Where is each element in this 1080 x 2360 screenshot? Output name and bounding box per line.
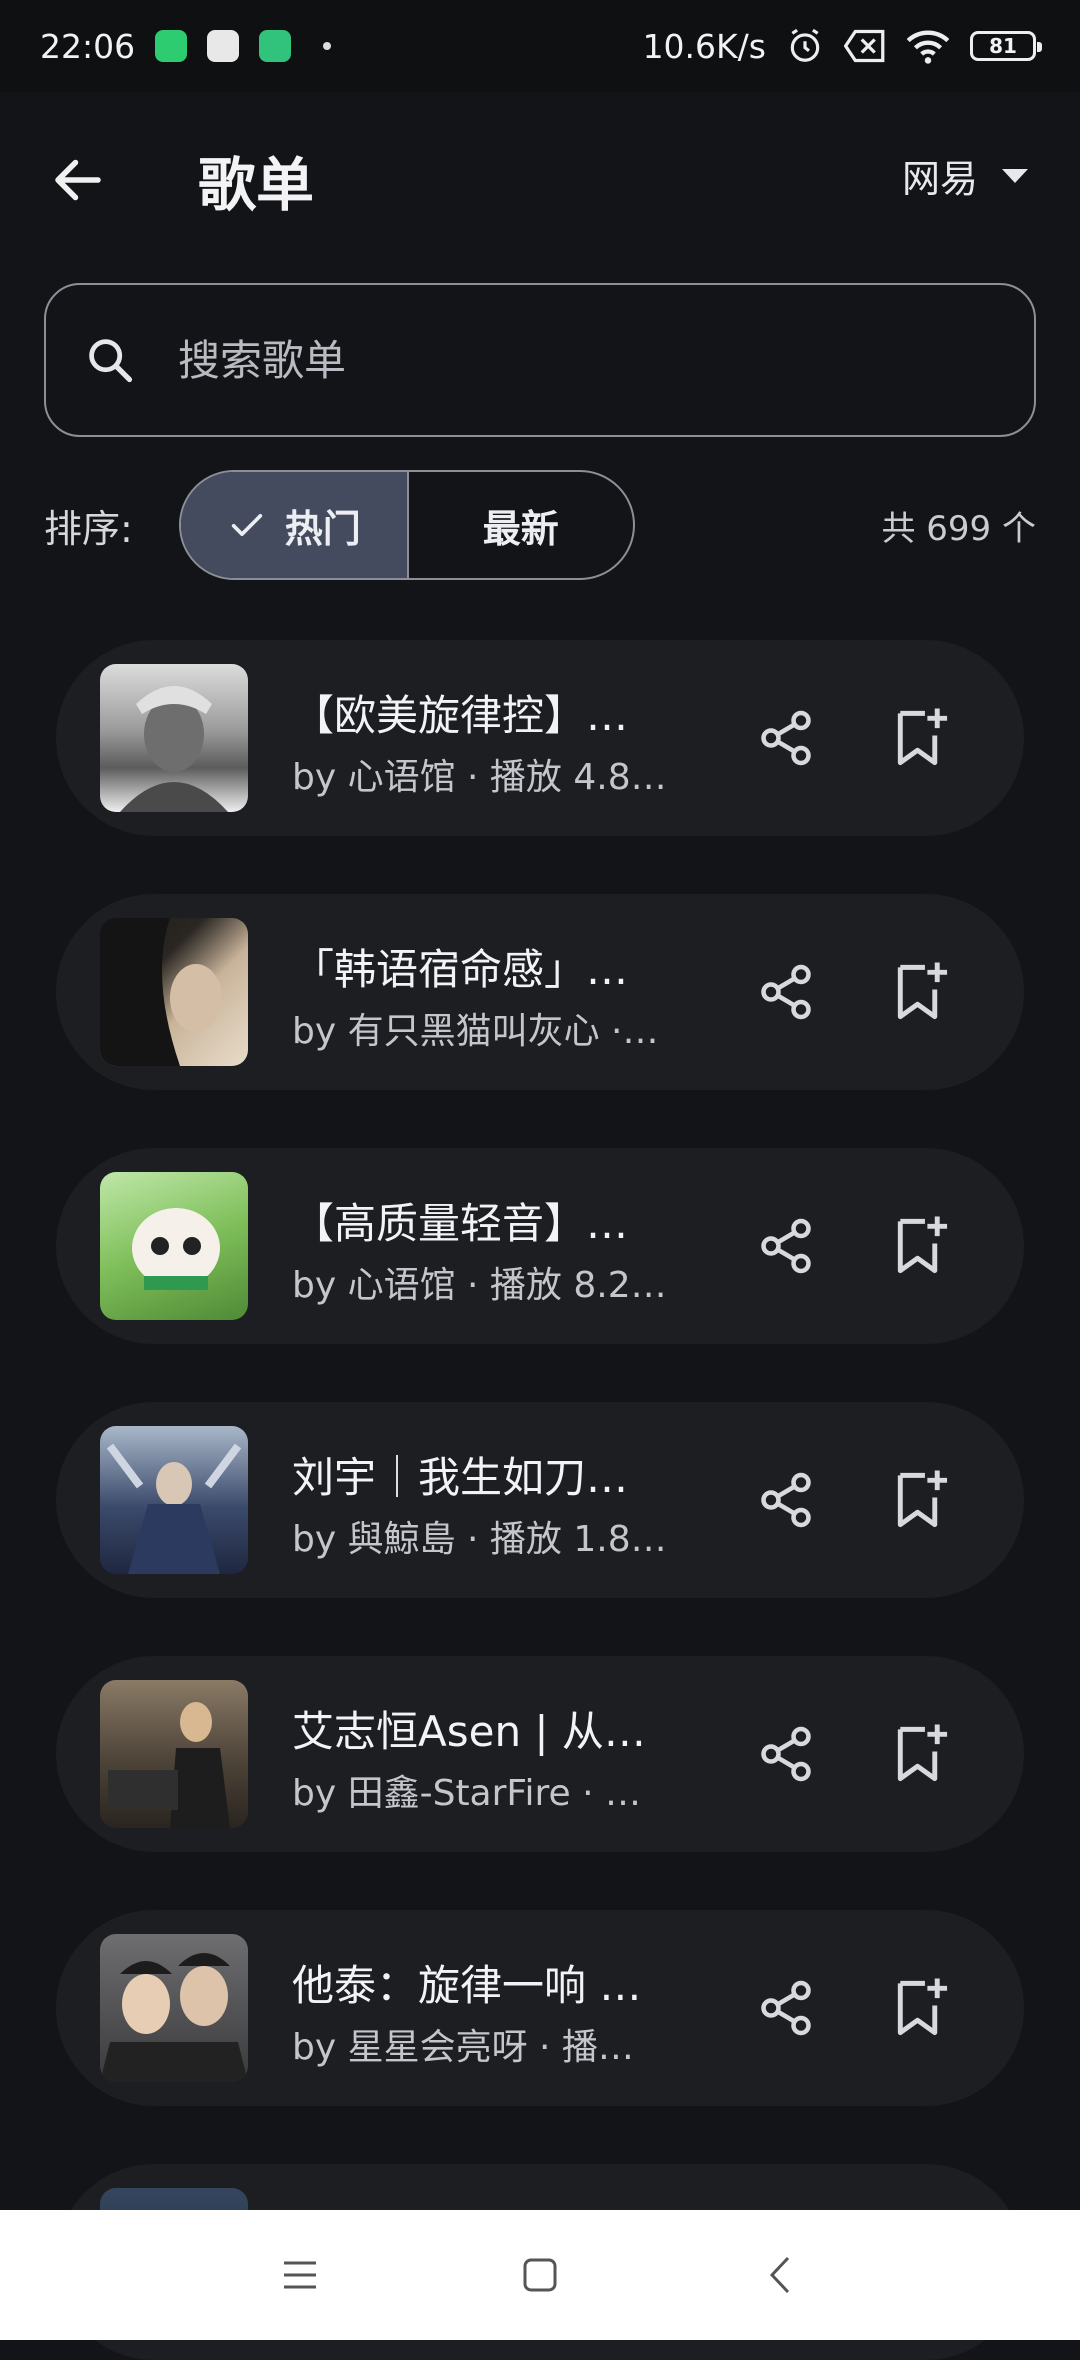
source-label: 网易 <box>901 157 978 201</box>
home-button[interactable] <box>510 2245 570 2305</box>
back-chevron-icon <box>769 2256 790 2294</box>
playlist-title: 【高质量轻音】… <box>292 1199 629 1248</box>
playlist-subtitle: by 心语馆 · 播放 4.8… <box>292 757 667 798</box>
back-button[interactable] <box>750 2245 810 2305</box>
status-time: 22:06 <box>40 26 136 66</box>
playlist-title: 【欧美旋律控】… <box>292 691 629 740</box>
bookmark-add-icon[interactable] <box>890 1722 950 1786</box>
playlist-card[interactable]: 他泰：旋律一响 … by 星星会亮呀 · 播… <box>56 1910 1024 2106</box>
source-dropdown[interactable]: 网易 <box>902 148 1030 203</box>
menu-lines-icon <box>284 2261 316 2289</box>
app-notification-icon <box>207 30 240 62</box>
status-bar: 22:06 10.6K/s 81 <box>0 0 1080 92</box>
playlist-count: 共 699 个 <box>881 508 1036 549</box>
sort-segmented-control: 热门 最新 <box>178 470 635 580</box>
bookmark-add-icon[interactable] <box>890 960 950 1024</box>
sort-label: 排序: <box>44 506 133 551</box>
playlist-cover <box>100 1172 248 1320</box>
search-icon <box>89 339 133 383</box>
playlist-card[interactable]: 【欧美旋律控】… by 心语馆 · 播放 4.8… <box>56 640 1024 836</box>
bookmark-add-icon[interactable] <box>890 706 950 770</box>
playlist-cover <box>100 918 248 1066</box>
playlist-subtitle: by 田鑫-StarFire · … <box>292 1773 641 1814</box>
playlist-subtitle: by 心语馆 · 播放 8.2… <box>292 1265 667 1306</box>
bookmark-add-icon[interactable] <box>890 1468 950 1532</box>
battery-icon: 81 <box>970 31 1042 61</box>
playlist-title: 刘宇｜我生如刀… <box>292 1453 629 1502</box>
share-icon[interactable] <box>756 1978 816 2038</box>
search-bar[interactable] <box>44 283 1036 437</box>
recent-apps-button[interactable] <box>270 2245 330 2305</box>
playlist-card[interactable]: 【高质量轻音】… by 心语馆 · 播放 8.2… <box>56 1148 1024 1344</box>
sort-latest-button[interactable]: 最新 <box>406 472 633 578</box>
playlist-subtitle: by 有只黑猫叫灰心 ·… <box>292 1011 659 1052</box>
sort-latest-label: 最新 <box>482 506 559 551</box>
share-icon[interactable] <box>756 962 816 1022</box>
page-title: 歌单 <box>198 151 315 219</box>
sim-off-icon <box>844 29 885 63</box>
alarm-icon <box>790 28 820 62</box>
playlist-card[interactable]: 刘宇｜我生如刀… by 與鯨島 · 播放 1.8… <box>56 1402 1024 1598</box>
playlist-subtitle: by 星星会亮呀 · 播… <box>292 2027 634 2068</box>
playlist-subtitle: by 與鯨島 · 播放 1.8… <box>292 1519 667 1560</box>
bookmark-add-icon[interactable] <box>890 1976 950 2040</box>
playlist-title: 他泰：旋律一响 … <box>292 1961 642 2010</box>
share-icon[interactable] <box>756 1216 816 1276</box>
playlist-cover <box>100 1934 248 2082</box>
check-icon <box>231 514 262 536</box>
bookmark-add-icon[interactable] <box>890 1214 950 1278</box>
search-input[interactable] <box>176 334 936 386</box>
wifi-icon <box>906 30 950 64</box>
share-icon[interactable] <box>756 708 816 768</box>
share-icon[interactable] <box>756 1470 816 1530</box>
playlist-cover <box>100 1426 248 1574</box>
android-app-icon <box>259 30 292 62</box>
playlist-title: 艾志恒Asen | 从… <box>292 1707 646 1756</box>
dropdown-arrow-icon <box>1002 168 1028 183</box>
network-speed: 10.6K/s <box>642 26 766 66</box>
shield-app-icon <box>155 30 188 62</box>
playlist-card[interactable]: 艾志恒Asen | 从… by 田鑫-StarFire · … <box>56 1656 1024 1852</box>
top-app-bar: 歌单 网易 <box>0 92 1080 266</box>
sort-row: 排序: 热门 最新 共 699 个 <box>44 470 1036 580</box>
home-square-icon <box>523 2258 557 2292</box>
back-arrow-icon[interactable] <box>48 150 108 210</box>
more-notifications-icon <box>323 42 332 50</box>
share-icon[interactable] <box>756 1724 816 1784</box>
playlist-title: 「韩语宿命感」… <box>292 945 629 994</box>
playlist-cover <box>100 1680 248 1828</box>
system-nav-bar <box>0 2210 1080 2340</box>
sort-hot-label: 热门 <box>284 506 361 551</box>
playlist-card[interactable]: 「韩语宿命感」… by 有只黑猫叫灰心 ·… <box>56 894 1024 1090</box>
battery-level: 81 <box>989 34 1017 58</box>
playlist-cover <box>100 664 248 812</box>
sort-hot-button[interactable]: 热门 <box>180 472 407 578</box>
